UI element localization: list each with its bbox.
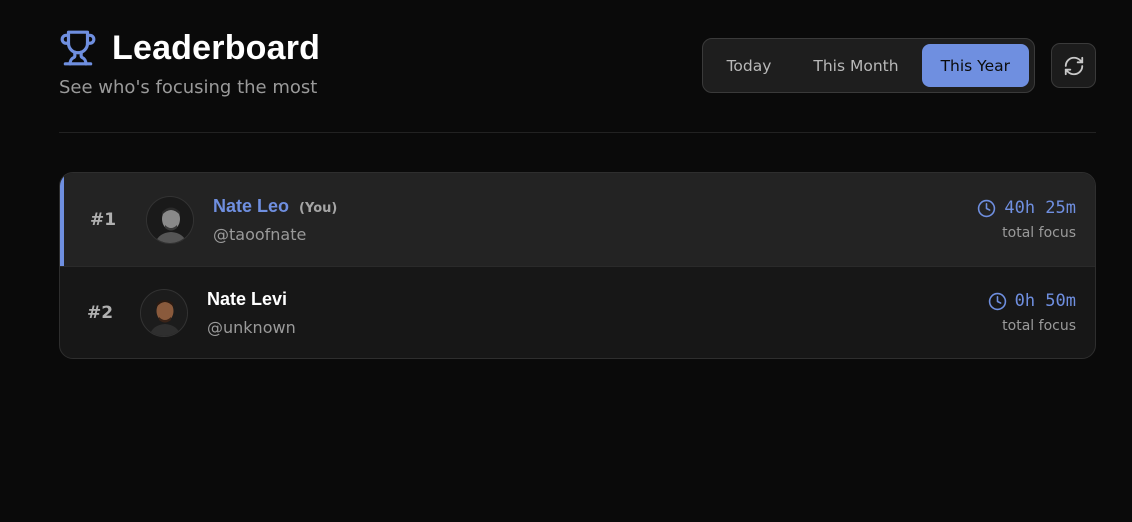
user-info: Nate Leo (You) @taoofnate (213, 196, 977, 244)
user-info: Nate Levi @unknown (207, 289, 988, 337)
rank-label: #2 (86, 302, 114, 323)
leaderboard-row-current-user[interactable]: #1 Nate Leo (You) @taoofnate 40h 25m tot… (60, 173, 1095, 266)
header-controls: Today This Month This Year (701, 38, 1096, 93)
user-name[interactable]: Nate Leo (213, 196, 289, 217)
user-handle: @unknown (207, 317, 296, 337)
page-subtitle: See who's focusing the most (59, 77, 318, 98)
leaderboard-list: #1 Nate Leo (You) @taoofnate 40h 25m tot… (59, 172, 1096, 359)
clock-icon (977, 199, 996, 218)
page-title: Leaderboard (112, 28, 321, 67)
avatar (140, 288, 188, 337)
focus-stats: 0h 50m total focus (988, 291, 1076, 334)
filter-today-button[interactable]: Today (708, 44, 791, 87)
user-name[interactable]: Nate Levi (207, 289, 287, 310)
you-badge: (You) (299, 200, 338, 216)
rank-label: #1 (89, 209, 117, 230)
page-header: Leaderboard See who's focusing the most (59, 28, 320, 99)
period-filter: Today This Month This Year (701, 38, 1035, 93)
name-line: Nate Levi (207, 289, 988, 310)
focus-stats: 40h 25m total focus (977, 198, 1076, 241)
clock-icon (988, 292, 1007, 311)
filter-this-month-button[interactable]: This Month (794, 44, 917, 87)
user-handle: @taoofnate (213, 224, 307, 244)
time-line: 0h 50m (988, 291, 1076, 311)
focus-label: total focus (1002, 318, 1076, 334)
time-line: 40h 25m (977, 198, 1076, 218)
name-line: Nate Leo (You) (213, 196, 977, 217)
trophy-icon (59, 28, 97, 68)
header-divider (59, 132, 1096, 133)
title-row: Leaderboard (59, 28, 320, 68)
focus-label: total focus (1002, 225, 1076, 241)
leaderboard-page: Leaderboard See who's focusing the most … (0, 0, 1132, 522)
focus-time: 40h 25m (1004, 198, 1076, 218)
avatar (146, 195, 194, 244)
leaderboard-row[interactable]: #2 Nate Levi @unknown 0h 50m total focus (60, 266, 1095, 358)
filter-this-year-button[interactable]: This Year (921, 44, 1029, 87)
focus-time: 0h 50m (1014, 291, 1076, 311)
refresh-button[interactable] (1051, 43, 1096, 88)
refresh-icon (1063, 55, 1085, 77)
